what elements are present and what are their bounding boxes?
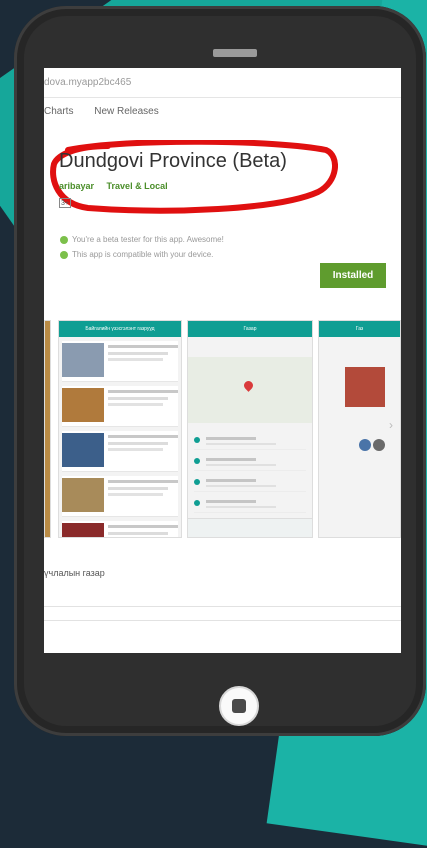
- screenshot-places-list[interactable]: Байгалийн үзэсгэлэнт газрууд: [58, 320, 182, 538]
- compatibility-message: This app is compatible with your device.: [60, 250, 213, 259]
- screenshot-header: Байгалийн үзэсгэлэнт газрууд: [59, 321, 181, 337]
- avatar: [373, 439, 385, 451]
- beta-tester-message: You're a beta tester for this app. Aweso…: [60, 235, 224, 244]
- list-item: [62, 431, 178, 472]
- home-button[interactable]: [219, 686, 259, 726]
- screenshot-header: Газ: [319, 321, 400, 337]
- list-item: [194, 498, 306, 513]
- app-developer-row: aribayar Travel & Local: [59, 181, 168, 191]
- content-rating-badge: 3+: [59, 198, 71, 208]
- detail-image: [345, 367, 385, 407]
- developer-link[interactable]: aribayar: [59, 181, 94, 191]
- carousel-next-icon[interactable]: ›: [389, 418, 393, 432]
- url-bar[interactable]: dova.myapp2bc465: [44, 68, 401, 98]
- list-item: [62, 386, 178, 427]
- screenshot-map-detail[interactable]: Газар: [187, 320, 313, 538]
- screenshot-header: Газар: [188, 321, 312, 337]
- divider: [44, 606, 401, 607]
- list-item: [194, 456, 306, 471]
- home-square-icon: [232, 699, 246, 713]
- divider: [44, 620, 401, 621]
- category-link[interactable]: Travel & Local: [107, 181, 168, 191]
- list-item: [194, 477, 306, 492]
- list-item: [62, 521, 178, 537]
- installed-button[interactable]: Installed: [320, 263, 386, 288]
- nav-charts[interactable]: Charts: [44, 106, 73, 117]
- compatibility-text: This app is compatible with your device.: [72, 250, 214, 259]
- beta-tester-text: You're a beta tester for this app. Aweso…: [72, 235, 224, 244]
- screenshot-carousel[interactable]: Байгалийн үзэсгэлэнт газрууд Газар Газ: [44, 320, 401, 540]
- bottom-tab-bar: [188, 518, 312, 537]
- screenshot-partial[interactable]: [44, 320, 51, 538]
- app-title: Dundgovi Province (Beta): [59, 150, 287, 172]
- phone-speaker: [213, 49, 257, 57]
- nav-new-releases[interactable]: New Releases: [94, 106, 158, 117]
- list-item: [194, 435, 306, 450]
- list-item: [62, 341, 178, 382]
- section-heading: үчлалын газар: [44, 568, 105, 578]
- avatar: [359, 439, 371, 451]
- top-nav: Charts New Releases: [44, 106, 177, 117]
- phone-screen: dova.myapp2bc465 Charts New Releases Dun…: [44, 68, 401, 653]
- check-icon: [60, 235, 68, 244]
- list-item: [62, 476, 178, 517]
- check-icon: [60, 250, 68, 259]
